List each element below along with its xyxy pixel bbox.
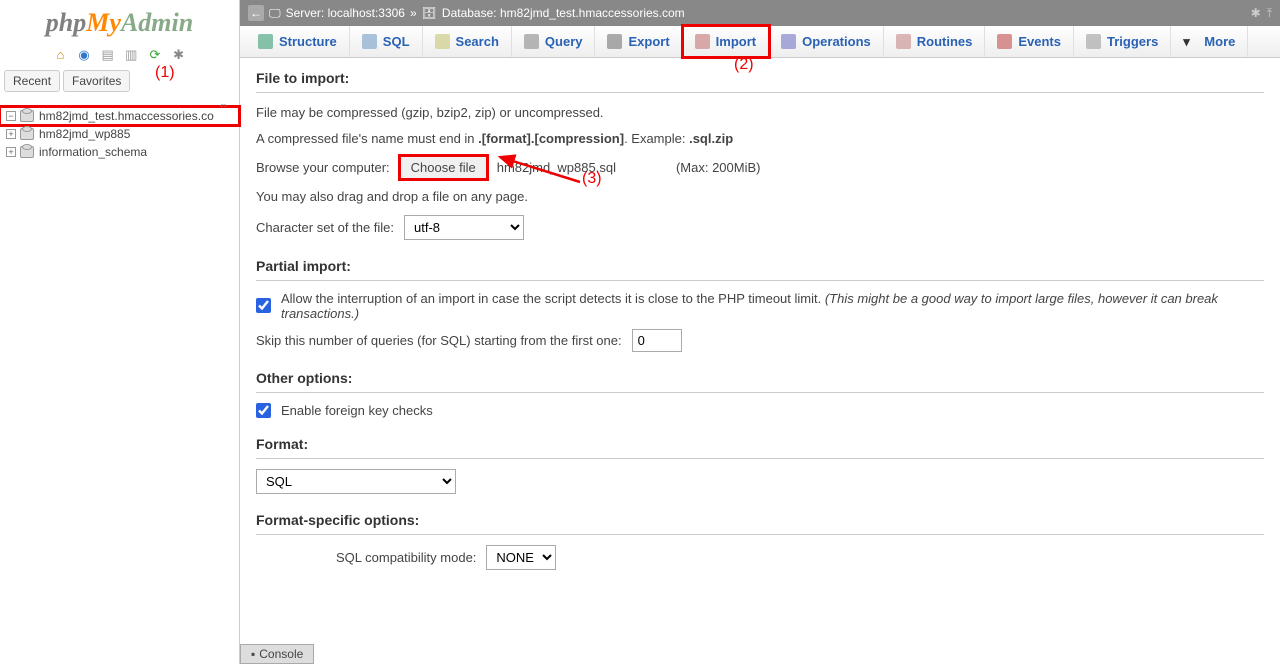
tab-export[interactable]: Export — [595, 26, 682, 57]
phpmyadmin-logo[interactable]: phpMyAdmin — [0, 0, 239, 42]
breadcrumb-bar: ← 🖵 Server: localhost:3306 » 🗄 Database:… — [240, 0, 1280, 26]
skip-queries-input[interactable] — [632, 329, 682, 352]
foreign-keys-checkbox[interactable] — [256, 403, 271, 418]
docs-icon[interactable]: ▤ — [100, 47, 116, 63]
structure-icon — [258, 34, 273, 49]
breadcrumb-server[interactable]: Server: localhost:3306 — [286, 6, 405, 20]
section-format-specific: Format-specific options: — [256, 512, 1264, 535]
tab-structure[interactable]: Structure — [246, 26, 350, 57]
tab-label: Query — [545, 34, 583, 49]
collapse-icon[interactable]: − — [6, 111, 16, 121]
browse-label: Browse your computer: — [256, 160, 390, 175]
tab-label: Search — [456, 34, 499, 49]
compress-note: File may be compressed (gzip, bzip2, zip… — [256, 103, 1264, 123]
db-label: hm82jmd_test.hmaccessories.co — [39, 109, 214, 123]
choose-file-button[interactable]: Choose file — [400, 156, 487, 179]
favorites-tab[interactable]: Favorites — [63, 70, 130, 92]
charset-select[interactable]: utf-8 — [404, 215, 524, 240]
tab-label: Events — [1018, 34, 1061, 49]
collapse-top-icon[interactable]: ⤒ — [1267, 6, 1272, 21]
tab-routines[interactable]: Routines — [884, 26, 986, 57]
max-size-label: (Max: 200MiB) — [676, 160, 761, 175]
db-item-test-hmaccessories[interactable]: − hm82jmd_test.hmaccessories.co — [0, 107, 239, 125]
annotation-2: (2) — [734, 56, 754, 74]
section-partial-import: Partial import: — [256, 258, 1264, 281]
tab-search[interactable]: Search — [423, 26, 512, 57]
interrupt-label: Allow the interruption of an import in c… — [281, 291, 1264, 321]
query-icon — [524, 34, 539, 49]
events-icon — [997, 34, 1012, 49]
console-tab[interactable]: ▪ Console — [240, 644, 314, 664]
db-label: hm82jmd_wp885 — [39, 127, 130, 141]
tab-label: Triggers — [1107, 34, 1158, 49]
tab-label: More — [1204, 34, 1235, 49]
tab-sql[interactable]: SQL — [350, 26, 423, 57]
reload-icon[interactable]: ⟳ — [147, 47, 163, 63]
settings-icon[interactable]: ▥ — [123, 47, 139, 63]
expand-icon[interactable]: + — [6, 147, 16, 157]
more-icon: ▾ — [1183, 34, 1198, 49]
logout-icon[interactable]: ◉ — [76, 47, 92, 63]
db-label: information_schema — [39, 145, 147, 159]
nav-back-icon[interactable]: ← — [248, 5, 264, 21]
routines-icon — [896, 34, 911, 49]
db-item-information-schema[interactable]: + information_schema — [0, 143, 239, 161]
section-format: Format: — [256, 436, 1264, 459]
compat-mode-label: SQL compatibility mode: — [336, 550, 476, 565]
skip-queries-label: Skip this number of queries (for SQL) st… — [256, 333, 622, 348]
tab-label: Structure — [279, 34, 337, 49]
expand-icon[interactable]: + — [6, 129, 16, 139]
triggers-icon — [1086, 34, 1101, 49]
tab-label: Routines — [917, 34, 973, 49]
sql-icon — [362, 34, 377, 49]
gear-icon[interactable]: ✱ — [171, 47, 187, 63]
database-icon — [20, 110, 34, 122]
operations-icon — [781, 34, 796, 49]
import-icon — [695, 34, 710, 49]
charset-label: Character set of the file: — [256, 220, 394, 235]
database-icon — [20, 128, 34, 140]
allow-interrupt-checkbox[interactable] — [256, 298, 271, 313]
console-icon: ▪ — [251, 647, 255, 661]
settings-gear-icon[interactable]: ✱ — [1251, 6, 1261, 21]
section-other-options: Other options: — [256, 370, 1264, 393]
search-icon — [435, 34, 450, 49]
tab-label: SQL — [383, 34, 410, 49]
compat-mode-select[interactable]: NONE — [486, 545, 556, 570]
section-file-to-import: File to import: — [256, 70, 1264, 93]
tab-import[interactable]: Import — [683, 26, 769, 57]
tab-operations[interactable]: Operations — [769, 26, 884, 57]
db-item-wp885[interactable]: + hm82jmd_wp885 — [0, 125, 239, 143]
recent-tab[interactable]: Recent — [4, 70, 60, 92]
annotation-1: (1) — [155, 64, 175, 82]
server-icon: 🖵 — [269, 6, 281, 21]
database-icon — [20, 146, 34, 158]
tab-events[interactable]: Events — [985, 26, 1074, 57]
home-icon[interactable]: ⌂ — [52, 47, 68, 63]
tab-label: Operations — [802, 34, 871, 49]
tab-query[interactable]: Query — [512, 26, 596, 57]
foreign-keys-label: Enable foreign key checks — [281, 403, 433, 418]
breadcrumb-database[interactable]: Database: hm82jmd_test.hmaccessories.com — [442, 6, 685, 20]
annotation-3: (3) — [582, 170, 602, 188]
format-select[interactable]: SQL — [256, 469, 456, 494]
main-tabs: Structure SQL Search Query Export Import Opera… — [240, 26, 1280, 58]
compress-note-2: A compressed file's name must end in .[f… — [256, 129, 1264, 149]
tab-more[interactable]: ▾ More — [1171, 26, 1248, 57]
tab-label: Import — [716, 34, 756, 49]
export-icon — [607, 34, 622, 49]
database-icon: 🗄 — [422, 6, 437, 20]
tab-label: Export — [628, 34, 669, 49]
tab-triggers[interactable]: Triggers — [1074, 26, 1171, 57]
drag-drop-note: You may also drag and drop a file on any… — [256, 187, 1264, 207]
